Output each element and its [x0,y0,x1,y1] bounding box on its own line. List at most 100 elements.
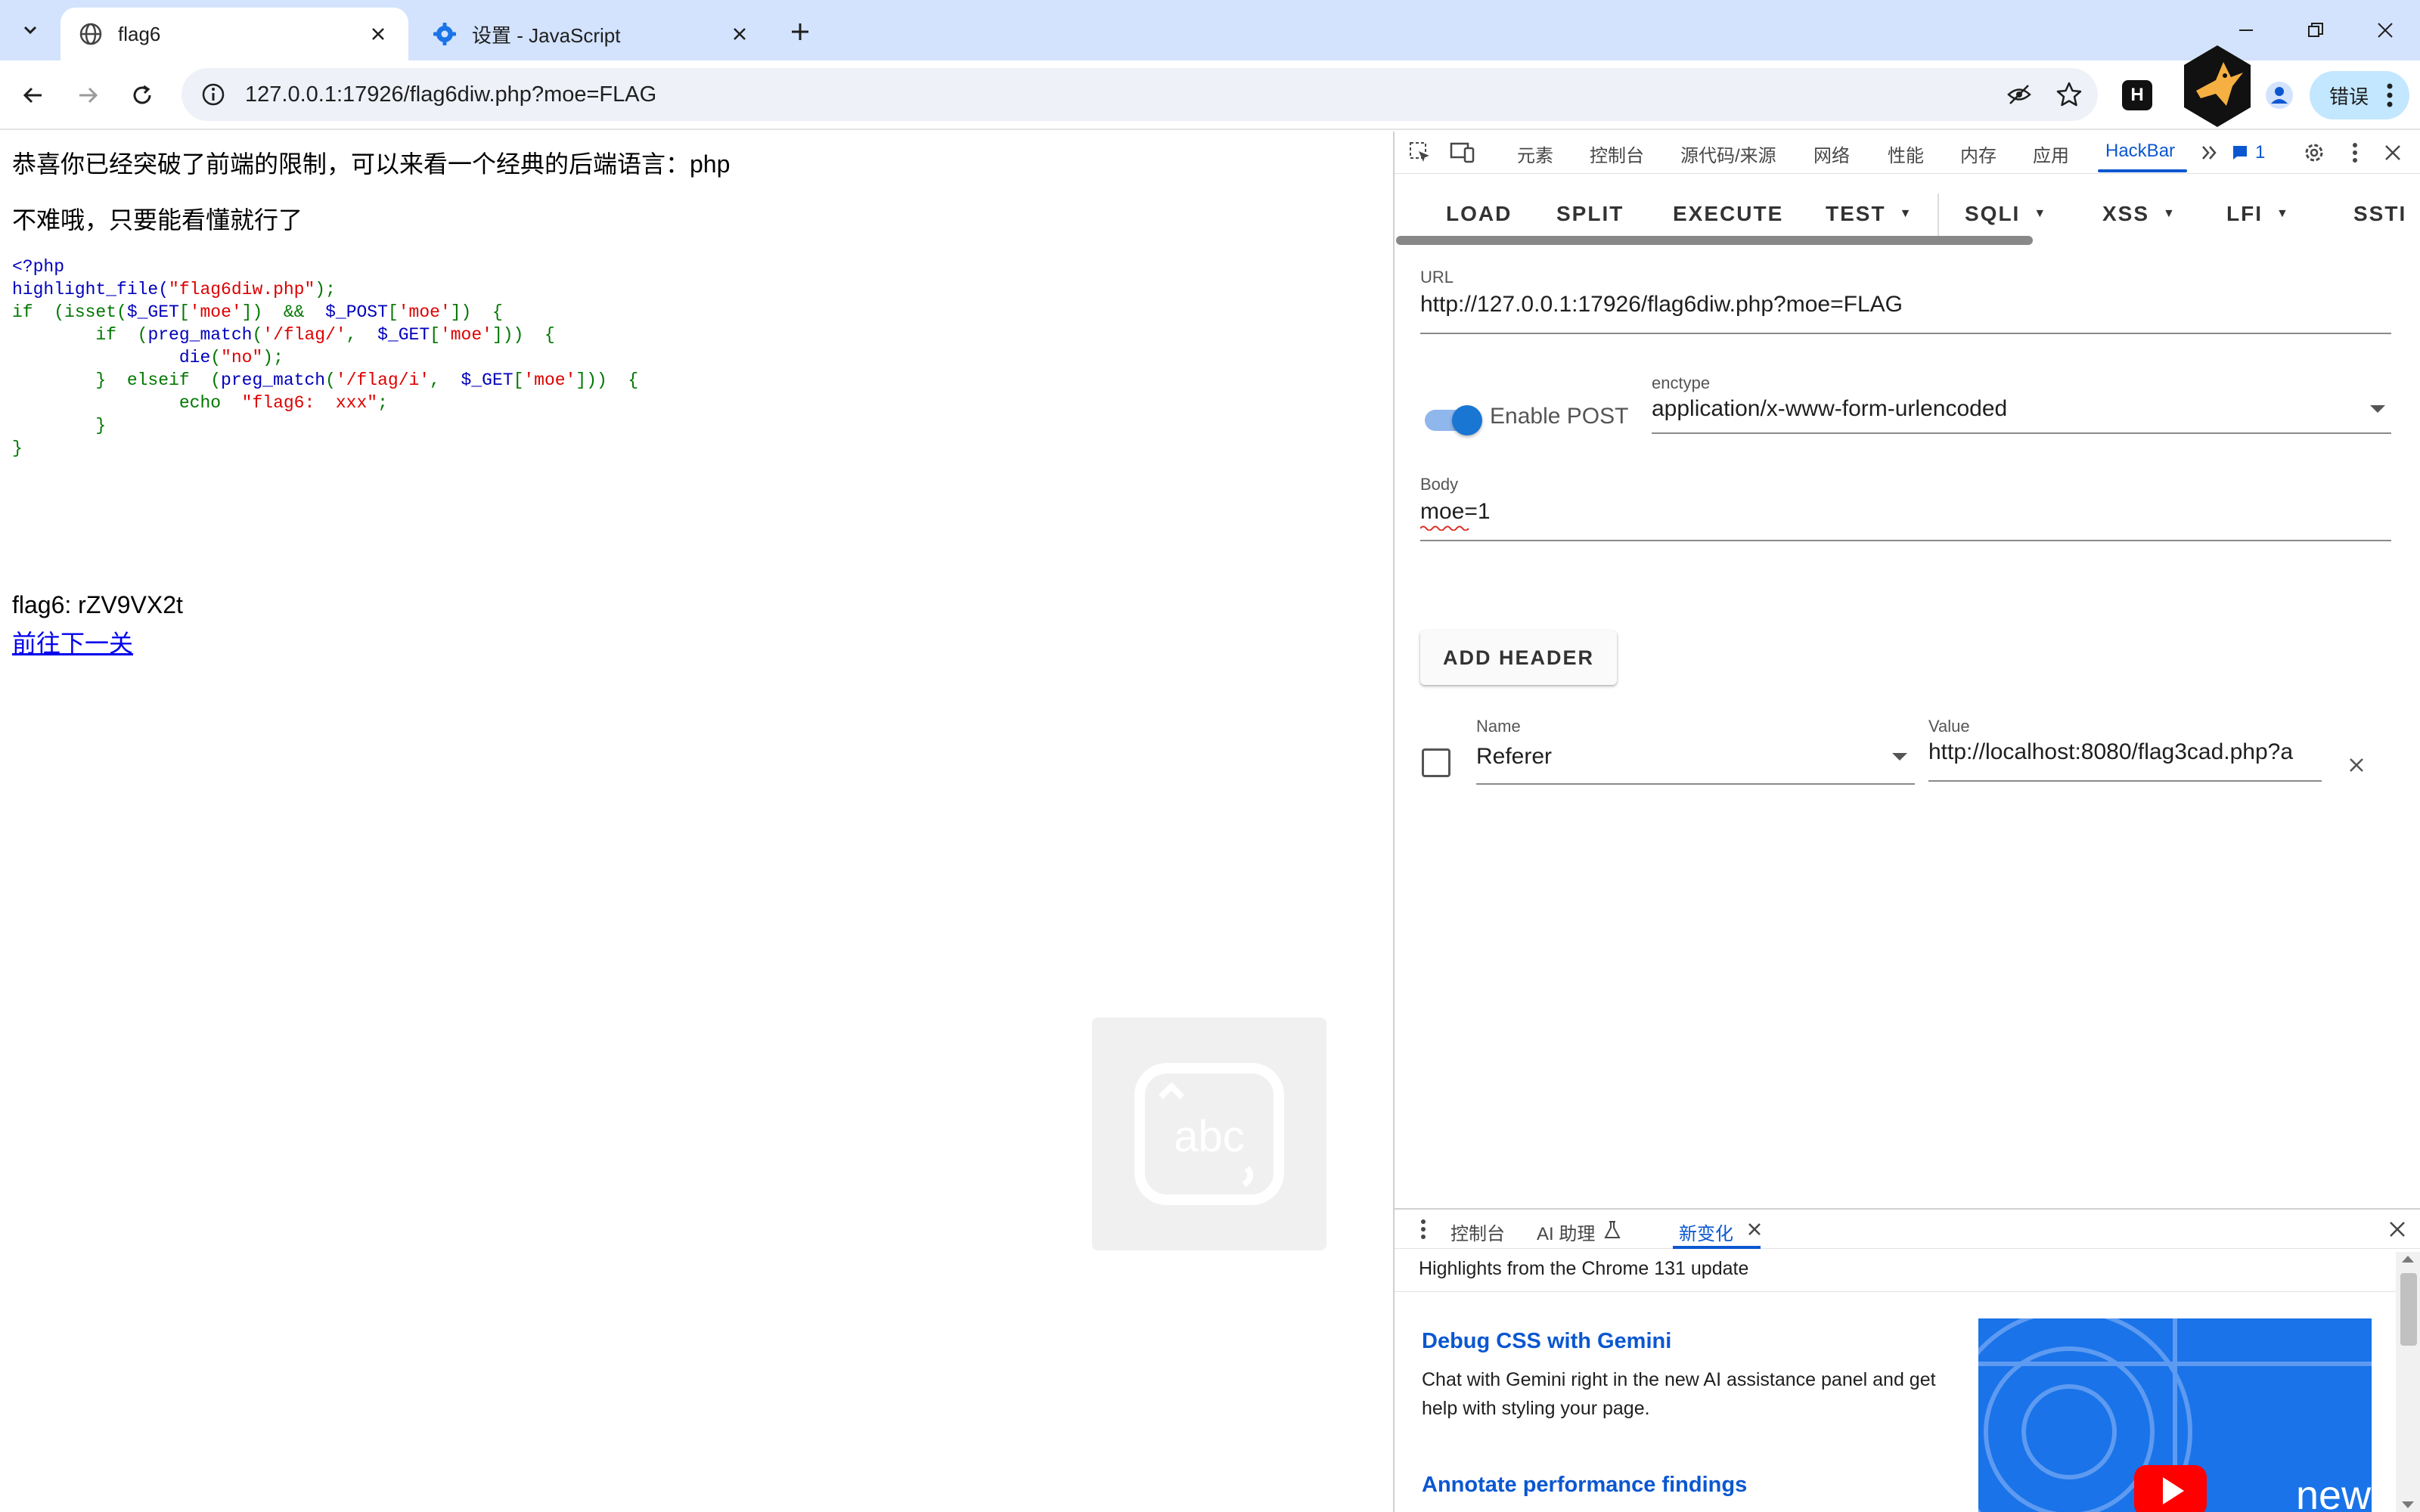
reload-button[interactable] [123,76,162,115]
video-thumbnail[interactable]: new [1978,1318,2372,1512]
header-enable-checkbox[interactable] [1422,748,1450,777]
hackbar-split-button[interactable]: SPLIT [1556,192,1624,236]
add-header-button[interactable]: ADD HEADER [1420,631,1617,685]
devtools-tab-performance[interactable]: 性能 [1888,141,1924,167]
header-value-input[interactable]: http://localhost:8080/flag3cad.php?a [1928,739,2322,765]
hackbar-load-button[interactable]: LOAD [1446,192,1512,236]
bookmark-star-icon[interactable] [2048,73,2090,116]
devtools-tab-memory[interactable]: 内存 [1960,141,1996,167]
devtools-tab-elements[interactable]: 元素 [1517,141,1553,167]
enable-post-label: Enable POST [1490,404,1629,429]
messages-count: 1 [2255,142,2266,163]
browser-window: flag6 设置 - JavaScript 127.0.0.1:17926/fl… [0,0,2420,1512]
body-input[interactable]: moe=1 [1420,499,2381,525]
site-info-icon[interactable] [192,73,234,116]
enable-post-toggle[interactable] [1422,398,1482,440]
devtools-panel: 元素 控制台 源代码/来源 网络 性能 内存 应用 HackBar 1 LOAD… [1393,132,2420,1512]
devtools-menu-icon[interactable] [2340,138,2370,168]
drawer-active-indicator [1673,1246,1761,1249]
devtools-tab-sources[interactable]: 源代码/来源 [1680,141,1776,167]
address-text[interactable]: 127.0.0.1:17926/flag6diw.php?moe=FLAG [245,82,1998,107]
restore-icon [2308,23,2323,37]
dropdown-caret-icon: ▼ [2034,207,2048,220]
more-tabs-chevron-icon[interactable] [2195,138,2225,168]
drawer-tab-console[interactable]: 控制台 [1450,1219,1505,1245]
close-drawer-icon[interactable] [2385,1217,2409,1241]
devtools-tab-network[interactable]: 网络 [1813,141,1850,167]
active-tab-indicator [2098,169,2187,172]
spellcheck-underline [1420,525,1469,531]
close-tab-icon[interactable] [366,22,390,46]
feature-link-debug-css[interactable]: Debug CSS with Gemini [1422,1329,1671,1354]
close-window-button[interactable] [2363,11,2408,50]
back-button[interactable] [14,76,53,115]
flask-icon [1604,1221,1621,1238]
drawer-tab-ai-assistant[interactable]: AI 助理 [1537,1219,1595,1245]
forward-button[interactable] [68,76,107,115]
tab-search-button[interactable] [12,12,48,48]
hackbar-test-button[interactable]: TEST ▼ [1826,192,1913,236]
tab-settings-javascript[interactable]: 设置 - JavaScript [414,8,770,60]
feature-link-annotate-performance[interactable]: Annotate performance findings [1422,1473,1747,1498]
hackbar-sqli-button[interactable]: SQLI ▼ [1965,192,2047,236]
scroll-down-arrow-icon[interactable] [2400,1500,2415,1510]
remove-header-icon[interactable] [2344,753,2369,777]
devtools-tab-application[interactable]: 应用 [2033,141,2069,167]
globe-icon [79,23,102,45]
hackbar-extension-icon[interactable]: H [2122,80,2152,110]
enctype-select[interactable]: application/x-www-form-urlencoded [1652,393,2391,431]
input-method-overlay: abc [1092,1018,1326,1250]
dropdown-arrow-icon [1892,753,1907,761]
bird-extension-icon[interactable] [2178,42,2257,133]
chevron-down-icon [23,26,37,35]
profile-icon[interactable] [2263,79,2296,112]
tab-title: 设置 - JavaScript [472,23,621,47]
error-chip[interactable]: 错误 [2310,71,2409,119]
drawer-menu-icon[interactable] [1408,1214,1438,1244]
new-tab-button[interactable] [783,15,817,48]
header-name-value: Referer [1476,744,1553,769]
devtools-tab-console[interactable]: 控制台 [1590,141,1644,167]
tab-flag6[interactable]: flag6 [60,8,408,60]
devtools-tab-hackbar[interactable]: HackBar [2105,141,2175,162]
dropdown-caret-icon: ▼ [2276,207,2290,220]
menu-dots-icon [2387,83,2393,107]
header-name-select[interactable]: Referer [1476,741,1915,779]
close-tab-icon[interactable] [728,22,752,46]
address-bar[interactable]: 127.0.0.1:17926/flag6diw.php?moe=FLAG [182,68,2098,121]
next-level-link[interactable]: 前往下一关 [12,624,133,659]
scroll-up-arrow-icon[interactable] [2400,1253,2415,1264]
hackbar-ssti-button[interactable]: SSTI [2353,192,2406,236]
hackbar-lfi-button[interactable]: LFI ▼ [2226,192,2290,236]
hackbar-execute-button[interactable]: EXECUTE [1673,192,1783,236]
page-content: 恭喜你已经突破了前端的限制，可以来看一个经典的后端语言：php 不难哦，只要能看… [0,132,1392,1512]
close-drawer-tab-icon[interactable] [1747,1222,1762,1237]
drawer-tab-whats-new[interactable]: 新变化 [1679,1219,1733,1245]
url-label: URL [1420,268,1454,287]
inspect-element-icon[interactable] [1405,138,1435,168]
messages-badge[interactable]: 1 [2231,142,2265,163]
divider [1395,1291,2397,1292]
tab-title: flag6 [118,22,161,45]
hackbar-toolbar-scroll-thumb[interactable] [1396,236,2033,245]
intro-text: 恭喜你已经突破了前端的限制，可以来看一个经典的后端语言：php [12,150,731,178]
flag-output: flag6: rZV9VX2t [12,591,183,618]
message-icon [2233,146,2247,160]
whats-new-header: Highlights from the Chrome 131 update [1419,1258,1749,1279]
close-icon [2378,23,2393,38]
dropdown-caret-icon: ▼ [2163,207,2176,220]
devtools-settings-gear-icon[interactable] [2299,138,2329,168]
hint-text: 不难哦，只要能看懂就行了 [12,206,303,234]
body-label: Body [1420,475,1459,494]
close-devtools-icon[interactable] [2378,138,2408,168]
device-toolbar-icon[interactable] [1447,138,1478,168]
hackbar-xss-button[interactable]: XSS ▼ [2102,192,2176,236]
eye-off-icon[interactable] [1998,73,2040,116]
restore-button[interactable] [2293,11,2338,50]
settings-gear-icon [433,23,456,45]
drawer-scroll-thumb[interactable] [2400,1273,2417,1346]
url-input[interactable]: http://127.0.0.1:17926/flag6diw.php?moe=… [1420,292,2381,318]
keyboard-abc-icon: abc [1134,1063,1284,1205]
dropdown-caret-icon: ▼ [1899,207,1913,220]
header-value-underline [1928,780,2322,782]
